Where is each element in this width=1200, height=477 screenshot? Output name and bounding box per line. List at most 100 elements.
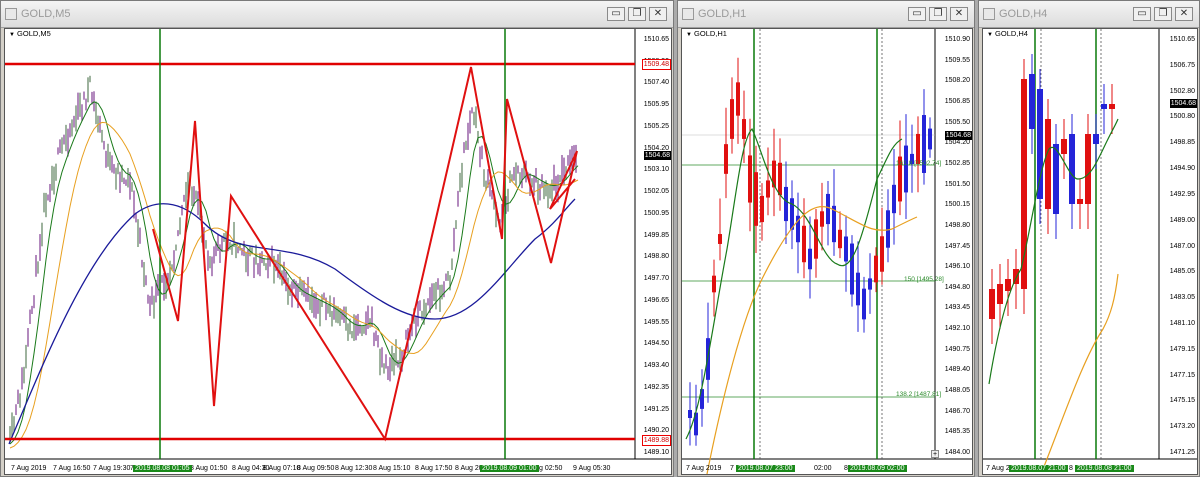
candle-body: [856, 272, 860, 306]
restore-button[interactable]: ❐: [929, 7, 947, 21]
candle-body: [1077, 199, 1083, 204]
time-tick-label: 8 Aug 15:10: [373, 465, 411, 472]
candle-body: [730, 99, 734, 139]
crosshair-time-label: 2019.08.07 23:00: [736, 465, 795, 472]
time-tick-label: 7 Aug 2019: [686, 465, 722, 472]
symbol-timeframe: GOLD,M5: [17, 29, 51, 38]
price-tick-label: 1507.40: [643, 79, 669, 87]
price-tick-label: 1497.45: [944, 242, 970, 250]
candle-body: [778, 162, 782, 196]
minimize-button[interactable]: ▭: [908, 7, 926, 21]
price-tick-label: 1501.50: [944, 180, 970, 188]
chart-canvas[interactable]: [682, 29, 972, 474]
candle-body: [784, 186, 788, 222]
price-tick-label: 1479.15: [1169, 345, 1195, 353]
candle-body: [1069, 134, 1075, 204]
symbol-timeframe: GOLD,H1: [694, 29, 727, 38]
time-tick-label: 8 Aug 01:50: [190, 465, 228, 472]
chart-canvas[interactable]: [983, 29, 1197, 474]
price-tick-label: 1510.65: [1169, 36, 1195, 43]
window-titlebar[interactable]: GOLD,M5 ▭ ❐ ✕: [1, 1, 673, 28]
chart-symbol-label: ▼ GOLD,H1: [686, 29, 727, 38]
price-tick-label: 1493.45: [944, 304, 970, 312]
price-tick-label: 1506.85: [944, 97, 970, 105]
close-button[interactable]: ✕: [1175, 7, 1193, 21]
price-tick-label: 1505.25: [643, 122, 669, 130]
price-tick-label: 1500.80: [1169, 113, 1195, 121]
price-tick-label: 1498.80: [944, 221, 970, 229]
candle-body: [766, 180, 770, 198]
chart-window-gold-h4[interactable]: GOLD,H4 ▭ ❐ ✕ ▼ GOLD,H4 1510.65 1506.75 1502…: [978, 0, 1200, 477]
candle-body: [850, 243, 854, 295]
price-tick-label: 1490.75: [944, 345, 970, 353]
window-titlebar[interactable]: GOLD,H1 ▭ ❐ ✕: [678, 1, 974, 28]
time-tick-label: 7 Aug 16:50: [53, 465, 91, 472]
price-tick-label: 1490.20: [643, 427, 669, 435]
time-tick-label: 8: [1069, 465, 1073, 472]
slow-moving-average: [706, 205, 918, 474]
time-tick-label: 8 Aug 07:10: [263, 465, 301, 472]
price-tick-label: 1496.10: [944, 263, 970, 271]
price-tick-label: 1488.05: [944, 387, 970, 395]
close-button[interactable]: ✕: [950, 7, 968, 21]
candle-body: [748, 155, 752, 203]
crosshair-time-label: 2019.08.09 01:00: [480, 465, 539, 472]
price-tick-label: 1485.35: [944, 428, 970, 436]
slow-moving-average: [1042, 273, 1119, 470]
price-tick-label: 1477.15: [1169, 371, 1195, 379]
price-tick-label: 1493.40: [643, 362, 669, 370]
chart-window-icon: [983, 8, 995, 20]
time-tick-label: 7 Aug 2019: [11, 465, 47, 472]
price-tick-label: 1471.25: [1169, 449, 1195, 456]
candle-body: [1101, 104, 1107, 109]
price-chart[interactable]: ▼ GOLD,H4 1510.65 1506.75 1502.80 1500.80 14…: [982, 28, 1198, 475]
window-title: GOLD,H1: [698, 8, 747, 20]
price-tick-label: 1485.05: [1169, 268, 1195, 276]
price-tick-label: 1473.20: [1169, 423, 1195, 431]
chart-window-gold-h1[interactable]: GOLD,H1 ▭ ❐ ✕ ▼ GOLD,H1 1510.90 1509.55 1508…: [677, 0, 975, 477]
crosshair-time-label: 2019.08.08 01:05: [133, 465, 192, 472]
price-tick-label: 1499.85: [643, 231, 669, 239]
fib-level-label: 138.2 [1487.81]: [896, 391, 942, 398]
candle-body: [989, 289, 995, 319]
time-tick-label: 8 Aug 09:50: [297, 465, 335, 472]
time-tick-label: 9 Aug 05:30: [573, 465, 611, 472]
close-button[interactable]: ✕: [649, 7, 667, 21]
price-tick-label: 1494.90: [1169, 165, 1195, 173]
candle-body: [760, 195, 764, 223]
minimize-button[interactable]: ▭: [607, 7, 625, 21]
symbol-timeframe: GOLD,H4: [995, 29, 1028, 38]
chart-canvas[interactable]: [5, 29, 671, 474]
price-tick-label: 1503.10: [643, 166, 669, 174]
window-titlebar[interactable]: GOLD,H4 ▭ ❐ ✕: [979, 1, 1199, 28]
minimize-button[interactable]: ▭: [1133, 7, 1151, 21]
time-tick-label: 7: [730, 465, 734, 472]
candle-body: [1029, 74, 1035, 129]
price-chart[interactable]: ▼ GOLD,M5 1510.651508.901507.401505.9515…: [4, 28, 672, 475]
candle-body: [928, 128, 932, 150]
candle-body: [1045, 119, 1051, 209]
candle-body: [904, 145, 908, 193]
price-tick-label: 1505.50: [944, 118, 970, 126]
chart-symbol-label: ▼ GOLD,H4: [987, 29, 1028, 38]
price-tick-label: 1483.05: [1169, 294, 1195, 302]
price-tick-label: 1498.85: [1169, 139, 1195, 147]
price-tick-label: 1502.85: [944, 159, 970, 167]
restore-button[interactable]: ❐: [1154, 7, 1172, 21]
fib-level-label: 150 [1495.28]: [904, 276, 944, 283]
price-tick-label: 1502.05: [643, 188, 669, 196]
crosshair-time-label: 2019.08.08 21:00: [1075, 465, 1134, 472]
price-tick-label: 1508.20: [944, 77, 970, 85]
chart-window-gold-m5[interactable]: GOLD,M5 ▭❐✕ ▼ GOLD,M5 1510.651508.901507…: [0, 0, 674, 477]
fib-level-label: 161.8 [1502.74]: [896, 160, 942, 167]
price-tick-label: 1492.35: [643, 383, 669, 391]
price-tick-label: 1504.20: [944, 139, 970, 147]
candle-body: [742, 119, 746, 139]
price-tick-label: 1494.50: [643, 340, 669, 348]
time-tick-label: 8 Aug 12:30: [335, 465, 373, 472]
restore-button[interactable]: ❐: [628, 7, 646, 21]
candle-body: [997, 284, 1003, 304]
price-tick-label: 1497.70: [643, 275, 669, 283]
price-chart[interactable]: ▼ GOLD,H1 1510.90 1509.55 1508.20 1506.85 15…: [681, 28, 973, 475]
zoom-plus-icon[interactable]: +: [931, 450, 939, 458]
